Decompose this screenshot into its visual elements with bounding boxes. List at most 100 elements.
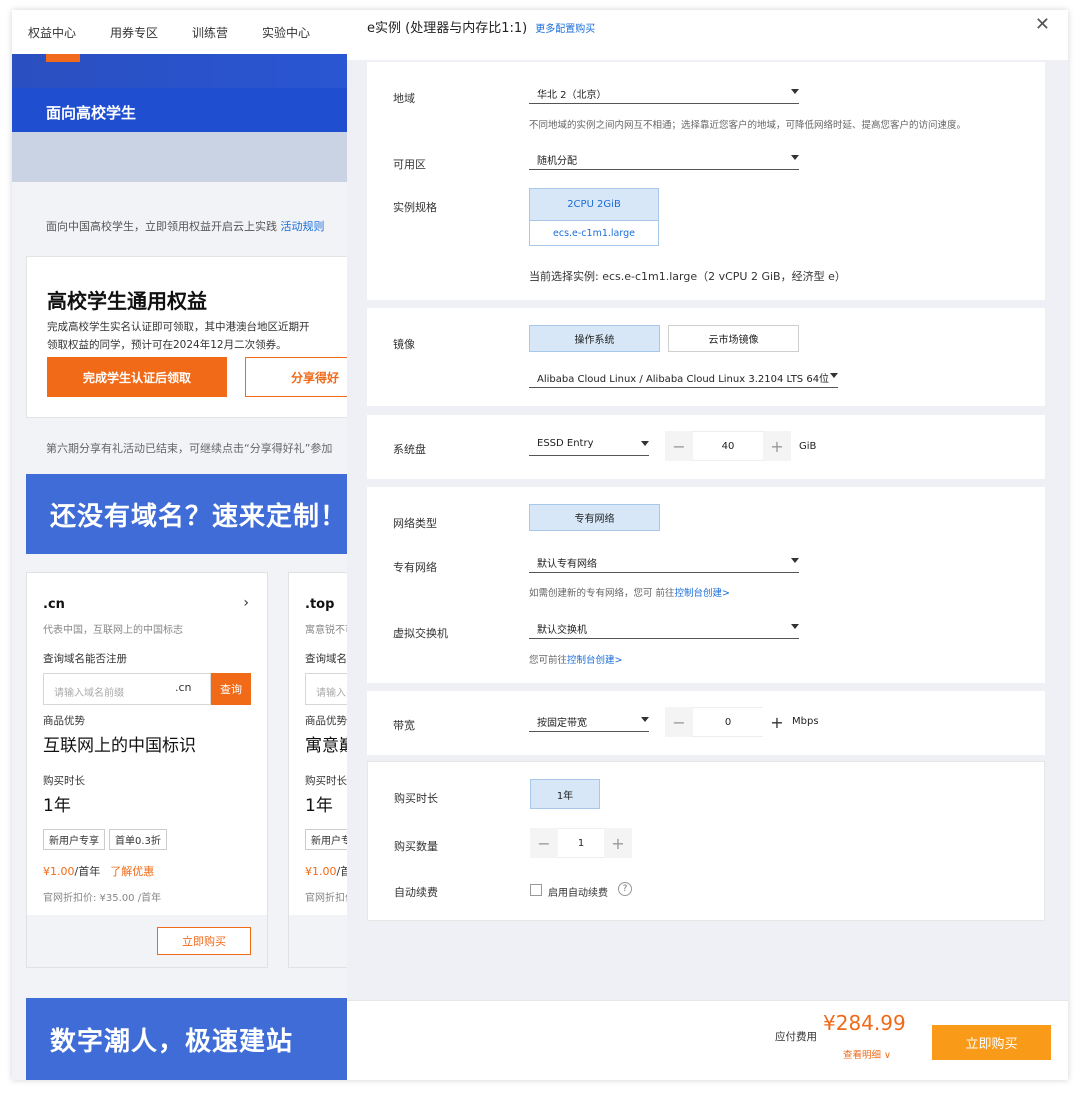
quantity-input[interactable]: 1 (558, 828, 604, 858)
duration-value: 1年 (43, 796, 71, 816)
close-icon[interactable]: ✕ (1035, 14, 1050, 35)
app-window: 权益中心 用券专区 训练营 实验中心 面向高校学生 面向中国高校学生，立即领用权… (12, 10, 1068, 1080)
zone-value: 随机分配 (537, 156, 577, 167)
promo-tags: 新用户专享 首单0.3折 (43, 829, 167, 850)
disk-type-value: ESSD Entry (537, 438, 594, 449)
tab-marketplace[interactable]: 云市场镜像 (668, 325, 799, 352)
network-type-label: 网络类型 (393, 517, 437, 530)
duration-option-1y[interactable]: 1年 (530, 779, 600, 809)
bandwidth-input[interactable]: 0 (693, 707, 763, 737)
purchase-panel: 购买时长 1年 购买数量 − 1 + 自动续费 启用自动续费 ? (367, 761, 1045, 921)
hero-banner: 面向高校学生 (12, 54, 352, 182)
disk-label: 系统盘 (393, 443, 426, 456)
region-value: 华北 2（北京） (537, 90, 607, 101)
bandwidth-stepper: − 0 + (665, 707, 791, 737)
duration-label: 购买时长 (43, 775, 85, 787)
region-select[interactable]: 华北 2（北京） (529, 82, 799, 104)
vswitch-select[interactable]: 默认交换机 (529, 617, 799, 639)
minus-icon[interactable]: − (665, 707, 693, 737)
benefit-card: 高校学生通用权益 完成高校学生实名认证即可领取，其中港澳台地区近期开 领取权益的… (26, 256, 352, 418)
buy-now-button[interactable]: 立即购买 (157, 927, 251, 955)
dropdown-caret-icon (791, 558, 799, 563)
background-page: 权益中心 用券专区 训练营 实验中心 面向高校学生 面向中国高校学生，立即领用权… (12, 10, 352, 1080)
vpc-value: 默认专有网络 (537, 559, 597, 570)
more-config-link[interactable]: 更多配置购买 (535, 24, 595, 35)
claim-button[interactable]: 完成学生认证后领取 (47, 357, 227, 397)
dropdown-caret-icon (791, 624, 799, 629)
tab-os[interactable]: 操作系统 (529, 325, 660, 352)
minus-icon[interactable]: − (530, 828, 558, 858)
spec-card[interactable]: 2CPU 2GiB ecs.e-c1m1.large (529, 188, 659, 246)
help-icon[interactable]: ? (618, 882, 632, 896)
nav-item-camp[interactable]: 训练营 (192, 24, 228, 41)
vpc-console-link[interactable]: 控制台创建> (675, 588, 730, 599)
dropdown-caret-icon (641, 441, 649, 446)
query-label: 查询域名能否注册 (305, 653, 352, 665)
learn-more-link[interactable]: 了解优惠 (110, 865, 154, 878)
auto-renew-label: 自动续费 (394, 886, 438, 899)
drawer-header: e实例 (处理器与内存比1:1) 更多配置购买 ✕ (347, 10, 1068, 60)
query-label: 查询域名能否注册 (43, 653, 127, 665)
rules-link[interactable]: 活动规则 (281, 220, 325, 233)
vpc-type-option[interactable]: 专有网络 (529, 504, 660, 531)
drawer-title: e实例 (处理器与内存比1:1) 更多配置购买 (367, 17, 595, 36)
image-select[interactable]: Alibaba Cloud Linux / Alibaba Cloud Linu… (529, 366, 838, 388)
chevron-right-icon[interactable]: › (243, 595, 249, 611)
spec-label: 实例规格 (393, 201, 437, 214)
price-value: ¥1.00 (43, 865, 75, 878)
share-button[interactable]: 分享得好 (245, 357, 352, 397)
dropdown-caret-icon (641, 717, 649, 722)
dropdown-caret-icon (830, 373, 838, 378)
plus-icon[interactable]: + (763, 431, 791, 461)
nav-item-benefits[interactable]: 权益中心 (28, 24, 76, 41)
auto-renew-checkbox[interactable] (530, 884, 542, 896)
auto-renew-text: 启用自动续费 (548, 888, 608, 899)
fee-label: 应付费用 (775, 1031, 817, 1043)
query-button[interactable]: 查询 (211, 673, 251, 705)
intro-body: 面向中国高校学生，立即领用权益开启云上实践 (46, 220, 277, 233)
domain-card-top: .top 寓意锐不可当 查询域名能否注册 请输入 商品优势 寓意巅峰 购买时长 … (288, 572, 352, 968)
plus-icon[interactable]: + (763, 707, 791, 737)
nav-item-lab[interactable]: 实验中心 (262, 24, 310, 41)
disk-unit: GiB (799, 441, 817, 452)
spec-cpu-mem: 2CPU 2GiB (530, 189, 658, 220)
tag-new-user: 新用户专享 (305, 829, 352, 850)
network-panel: 网络类型 专有网络 专有网络 默认专有网络 如需创建新的专有网络，您可 前往控制… (367, 487, 1045, 683)
hero-title: 面向高校学生 (12, 88, 352, 132)
fee-detail-link[interactable]: 查看明细 ∨ (843, 1047, 891, 1061)
bandwidth-label: 带宽 (393, 719, 415, 732)
minus-icon[interactable]: − (665, 431, 693, 461)
advantage-value: 互联网上的中国标识 (43, 736, 196, 756)
domain-card-cn: .cn › 代表中国，互联网上的中国标志 查询域名能否注册 请输入域名前缀 .c… (26, 572, 268, 968)
zone-select[interactable]: 随机分配 (529, 148, 799, 170)
vswitch-hint-text: 您可前往 (529, 655, 568, 666)
domain-search-input[interactable]: 请输入 (305, 673, 352, 705)
benefit-title: 高校学生通用权益 (47, 289, 207, 313)
spec-type: ecs.e-c1m1.large (530, 220, 658, 246)
hero-image (12, 132, 352, 182)
price-value: ¥1.00 (305, 865, 337, 878)
duration-value: 1年 (305, 796, 333, 816)
original-price: 官网折扣价 (305, 893, 352, 904)
vswitch-console-link[interactable]: 控制台创建> (567, 655, 622, 666)
image-panel: 镜像 操作系统 云市场镜像 Alibaba Cloud Linux / Alib… (367, 308, 1045, 406)
zone-label: 可用区 (393, 158, 426, 171)
current-spec: 当前选择实例: ecs.e-c1m1.large（2 vCPU 2 GiB，经济… (529, 270, 846, 283)
bandwidth-panel: 带宽 按固定带宽 − 0 + Mbps (367, 691, 1045, 755)
dropdown-caret-icon (791, 89, 799, 94)
disk-size-input[interactable]: 40 (693, 431, 763, 461)
original-price: 官网折扣价: ¥35.00 /首年 (43, 893, 162, 904)
advantage-label: 商品优势 (43, 715, 85, 727)
bandwidth-unit: Mbps (792, 716, 819, 727)
disk-type-select[interactable]: ESSD Entry (529, 434, 649, 456)
plus-icon[interactable]: + (604, 828, 632, 858)
drawer-title-text: e实例 (处理器与内存比1:1) (367, 21, 528, 36)
buy-now-button[interactable]: 立即购买 (932, 1025, 1051, 1060)
bandwidth-mode-select[interactable]: 按固定带宽 (529, 710, 649, 732)
hero-accent (46, 54, 80, 62)
share-note: 第六期分享有礼活动已结束，可继续点击“分享得好礼”参加 (46, 442, 333, 455)
vswitch-label: 虚拟交换机 (393, 627, 448, 640)
vpc-select[interactable]: 默认专有网络 (529, 551, 799, 573)
nav-item-coupons[interactable]: 用券专区 (110, 24, 158, 41)
benefit-line-2: 领取权益的同学，预计可在2024年12月二次领券。 (47, 339, 287, 351)
